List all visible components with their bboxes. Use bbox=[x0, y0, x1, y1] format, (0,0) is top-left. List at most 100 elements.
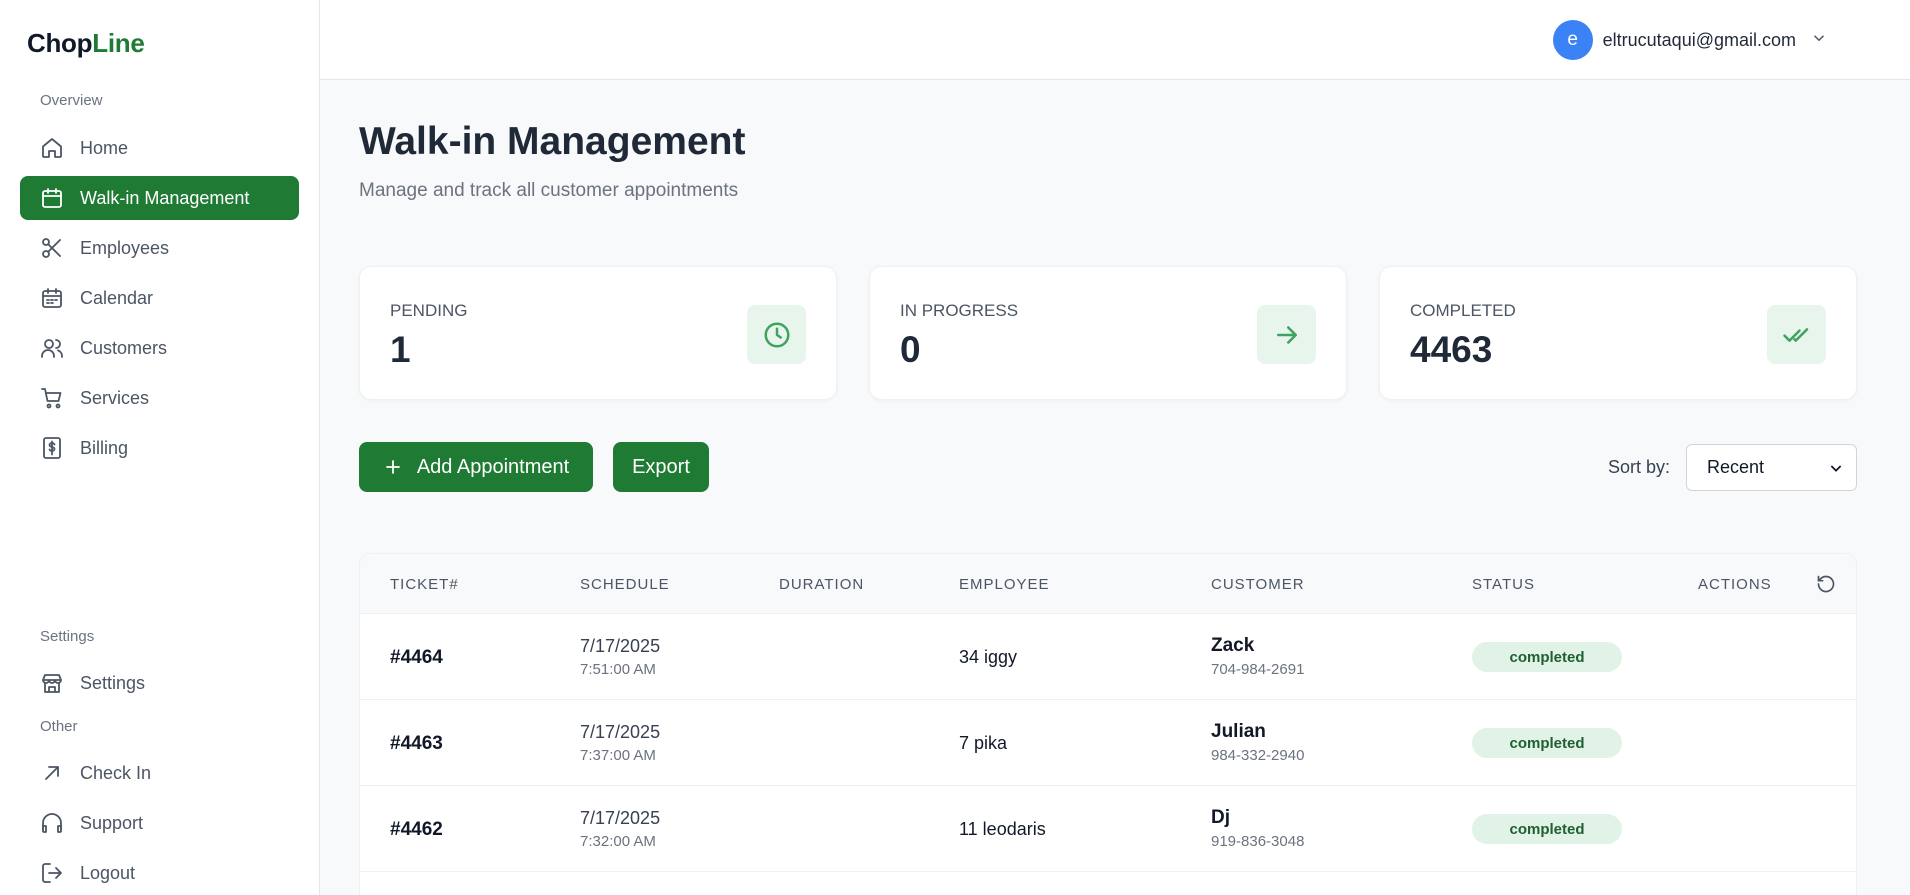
chevron-down-icon bbox=[1828, 460, 1844, 481]
sidebar-item-settings[interactable]: Settings bbox=[20, 661, 299, 705]
column-header-actions: ACTIONS bbox=[1698, 576, 1772, 593]
schedule-time: 7:32:00 AM bbox=[580, 833, 656, 850]
add-appointment-button[interactable]: Add Appointment bbox=[359, 442, 593, 492]
customer-phone: 919-836-3048 bbox=[1211, 833, 1305, 850]
ticket-number: #4462 bbox=[390, 819, 443, 840]
stat-card-completed: COMPLETED 4463 bbox=[1379, 266, 1857, 400]
column-header-status: STATUS bbox=[1472, 576, 1535, 593]
schedule-time: 7:37:00 AM bbox=[580, 747, 656, 764]
chevron-down-icon bbox=[1810, 29, 1828, 52]
sidebar-item-home[interactable]: Home bbox=[20, 126, 299, 170]
export-button[interactable]: Export bbox=[613, 442, 709, 492]
sidebar-item-support[interactable]: Support bbox=[20, 801, 299, 845]
ticket-number: #4463 bbox=[390, 733, 443, 754]
stat-label: IN PROGRESS bbox=[900, 301, 1019, 320]
sidebar-item-label: Home bbox=[80, 137, 129, 158]
employee-name: 11 leodaris bbox=[959, 819, 1046, 839]
stat-label: PENDING bbox=[390, 301, 468, 320]
arrow-up-right-icon bbox=[40, 761, 64, 785]
section-label-overview: Overview bbox=[40, 92, 103, 109]
schedule-date: 7/17/2025 bbox=[580, 722, 661, 742]
status-badge: completed bbox=[1472, 728, 1622, 758]
top-bar: e eltrucutaqui@gmail.com bbox=[320, 0, 1910, 80]
brand-part2: Line bbox=[92, 28, 145, 58]
stat-value: 0 bbox=[900, 329, 921, 370]
sidebar-item-label: Employees bbox=[80, 237, 170, 258]
sidebar-item-label: Services bbox=[80, 387, 150, 408]
sidebar-item-label: Calendar bbox=[80, 287, 154, 308]
column-header-ticket: TICKET# bbox=[390, 576, 459, 593]
stat-card-pending: PENDING 1 bbox=[359, 266, 837, 400]
sidebar-item-label: Settings bbox=[80, 672, 146, 693]
table-header: TICKET# SCHEDULE DURATION EMPLOYEE CUSTO… bbox=[360, 554, 1856, 614]
ticket-number: #4464 bbox=[390, 647, 443, 668]
user-menu[interactable]: e eltrucutaqui@gmail.com bbox=[1552, 20, 1828, 60]
export-label: Export bbox=[632, 455, 690, 478]
status-badge: completed bbox=[1472, 814, 1622, 844]
sidebar-item-logout[interactable]: Logout bbox=[20, 851, 299, 895]
stat-label: COMPLETED bbox=[1410, 301, 1516, 320]
calendar-grid-icon bbox=[40, 286, 64, 310]
page-subtitle: Manage and track all customer appointmen… bbox=[359, 180, 739, 201]
headphones-icon bbox=[40, 811, 64, 835]
table-row[interactable]: #4462 7/17/2025 7:32:00 AM 11 leodaris D… bbox=[360, 786, 1856, 872]
sidebar-item-calendar[interactable]: Calendar bbox=[20, 276, 299, 320]
customer-name: Julian bbox=[1211, 721, 1266, 742]
sidebar-item-walk-in-management[interactable]: Walk-in Management bbox=[20, 176, 299, 220]
customer-phone: 984-332-2940 bbox=[1211, 747, 1305, 764]
table-row[interactable]: #4463 7/17/2025 7:37:00 AM 7 pika Julian… bbox=[360, 700, 1856, 786]
schedule-date: 7/17/2025 bbox=[580, 808, 661, 828]
users-icon bbox=[40, 336, 64, 360]
sidebar-item-label: Billing bbox=[80, 437, 129, 458]
sidebar-item-label: Walk-in Management bbox=[80, 187, 250, 208]
store-icon bbox=[40, 671, 64, 695]
sidebar-item-customers[interactable]: Customers bbox=[20, 326, 299, 370]
clock-icon bbox=[747, 305, 806, 364]
column-header-employee: EMPLOYEE bbox=[959, 576, 1050, 593]
sort-label: Sort by: bbox=[1608, 457, 1671, 477]
stat-value: 1 bbox=[390, 329, 411, 370]
main-content: e eltrucutaqui@gmail.com Walk-in Managem… bbox=[320, 0, 1910, 895]
schedule-time: 7:51:00 AM bbox=[580, 661, 656, 678]
employee-name: 34 iggy bbox=[959, 647, 1018, 667]
stat-card-in-progress: IN PROGRESS 0 bbox=[869, 266, 1347, 400]
appointments-table: TICKET# SCHEDULE DURATION EMPLOYEE CUSTO… bbox=[359, 553, 1857, 895]
sidebar-item-billing[interactable]: Billing bbox=[20, 426, 299, 470]
sort-value: Recent bbox=[1707, 457, 1765, 477]
section-label-other: Other bbox=[40, 718, 78, 735]
logout-icon bbox=[40, 861, 64, 885]
stat-value: 4463 bbox=[1410, 329, 1493, 370]
table-row[interactable]: #4464 7/17/2025 7:51:00 AM 34 iggy Zack … bbox=[360, 614, 1856, 700]
brand-part1: Chop bbox=[27, 28, 93, 58]
plus-icon bbox=[386, 460, 400, 474]
brand-logo[interactable]: ChopLine bbox=[27, 28, 145, 59]
refresh-icon[interactable] bbox=[1816, 574, 1836, 599]
user-email: eltrucutaqui@gmail.com bbox=[1602, 29, 1796, 50]
sidebar-item-label: Customers bbox=[80, 337, 168, 358]
column-header-duration: DURATION bbox=[779, 576, 865, 593]
customer-name: Zack bbox=[1211, 635, 1255, 656]
dollar-receipt-icon bbox=[40, 436, 64, 460]
page-title: Walk-in Management bbox=[359, 120, 746, 163]
sidebar-item-label: Logout bbox=[80, 862, 136, 883]
schedule-date: 7/17/2025 bbox=[580, 636, 661, 656]
avatar: e bbox=[1552, 20, 1593, 60]
employee-name: 7 pika bbox=[959, 733, 1008, 753]
sidebar: ChopLine Overview Home Walk-in Managemen… bbox=[0, 0, 320, 895]
sidebar-item-employees[interactable]: Employees bbox=[20, 226, 299, 270]
double-check-icon bbox=[1767, 305, 1826, 364]
customer-name: Dj bbox=[1211, 807, 1230, 828]
column-header-schedule: SCHEDULE bbox=[580, 576, 670, 593]
sidebar-item-services[interactable]: Services bbox=[20, 376, 299, 420]
sidebar-item-check-in[interactable]: Check In bbox=[20, 751, 299, 795]
sidebar-item-label: Check In bbox=[80, 762, 152, 783]
sidebar-item-label: Support bbox=[80, 812, 144, 833]
app: ChopLine Overview Home Walk-in Managemen… bbox=[0, 0, 1910, 895]
section-label-settings: Settings bbox=[40, 628, 95, 645]
arrow-right-icon bbox=[1257, 305, 1316, 364]
column-header-customer: CUSTOMER bbox=[1211, 576, 1305, 593]
cart-icon bbox=[40, 386, 64, 410]
status-badge: completed bbox=[1472, 642, 1622, 672]
calendar-icon bbox=[40, 186, 64, 210]
sort-select[interactable]: Recent bbox=[1686, 444, 1857, 491]
